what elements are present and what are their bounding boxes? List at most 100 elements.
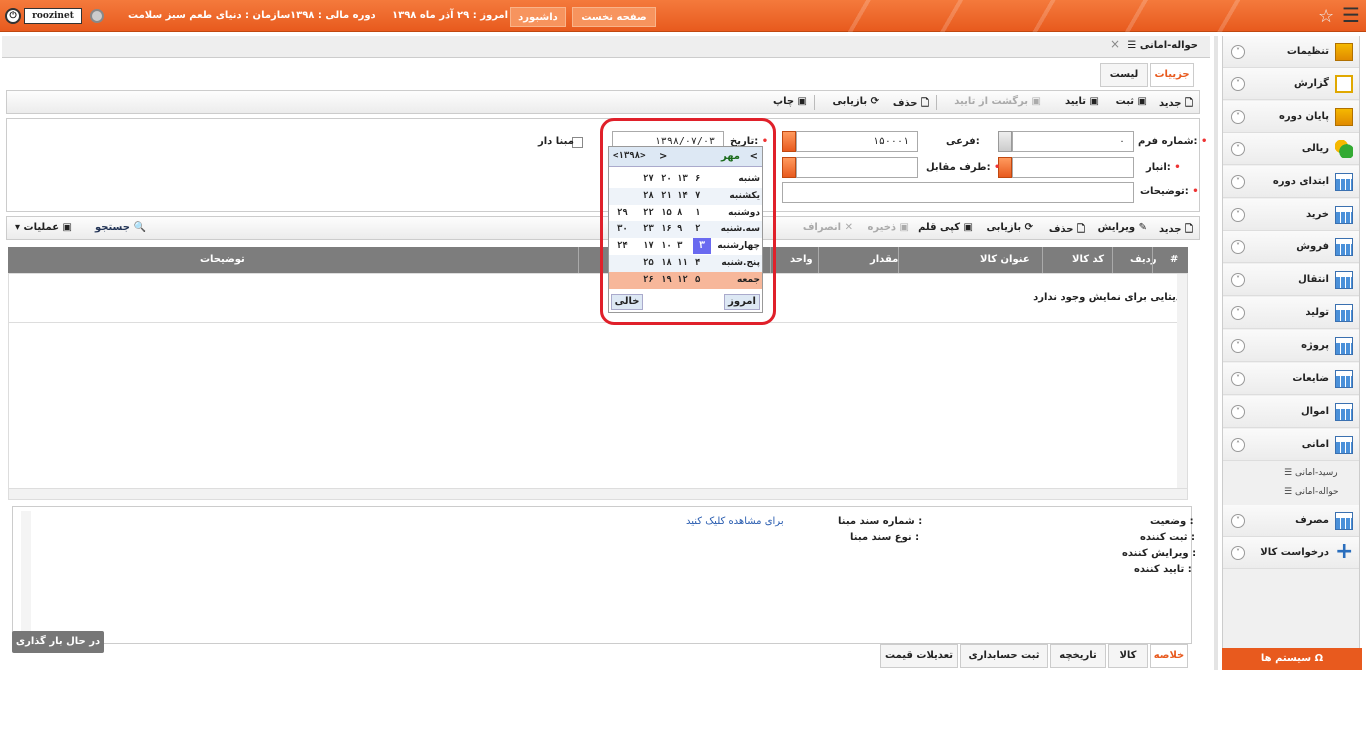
bottom-tab-4[interactable]: تعدیلات قیمت (880, 644, 958, 668)
restore-button[interactable]: بازیابی ⟳ (832, 96, 879, 107)
party-dropdown[interactable] (782, 157, 796, 178)
grid-delete-button[interactable]: حذف 🗋 (1049, 222, 1085, 239)
sidebar-item-9[interactable]: پروژه ˅ (1223, 330, 1359, 362)
sidebar-splitter[interactable] (1214, 36, 1218, 670)
tab-details[interactable]: جزییات (1150, 63, 1194, 87)
details-scrollbar[interactable] (21, 511, 31, 631)
description-input[interactable] (782, 182, 1134, 203)
sidebar-item-7[interactable]: انتقال ˅ (1223, 264, 1359, 296)
chevron-down-icon[interactable]: ˅ (1231, 208, 1245, 222)
chevron-down-icon[interactable]: ˅ (1231, 45, 1245, 59)
print-button[interactable]: چاپ ▣ (773, 96, 807, 107)
chevron-down-icon[interactable]: ˅ (1231, 142, 1245, 156)
bottom-tab-1[interactable]: کالا (1108, 644, 1148, 668)
bottom-tab-2[interactable]: تاریخچه (1050, 644, 1106, 668)
operations-button[interactable]: ▾ عملیات ▣ (15, 222, 72, 233)
today-label: امروز : ۲۹ آذر ماه ۱۳۹۸ (392, 10, 509, 21)
grid-column-divider (1112, 247, 1113, 273)
search-icon: 🔍 (133, 222, 146, 233)
sidebar-item-2[interactable]: پایان دوره ˅ (1223, 101, 1359, 133)
cancel-button[interactable]: انصراف ✕ (803, 222, 853, 233)
close-tab-icon[interactable]: × (1110, 37, 1120, 51)
sidebar-subitem-receipt[interactable]: ☰ رسید-امانی (1284, 468, 1346, 478)
copy-item-button[interactable]: کپی قلم ▣ (918, 222, 973, 233)
sidebar-item-10[interactable]: ضایعات ˅ (1223, 363, 1359, 395)
revert-approve-button[interactable]: برگشت از تایید ▣ (954, 96, 1041, 107)
form-no-spinner[interactable] (998, 131, 1012, 152)
grid-column-header[interactable]: # (1170, 254, 1178, 265)
form-no-input[interactable]: ۰ (1012, 131, 1134, 152)
chevron-down-icon[interactable]: ˅ (1231, 273, 1245, 287)
chevron-down-icon[interactable]: ˅ (1231, 77, 1245, 91)
top-bar: ⏻ roozinet سازمان : دنیای طعم سبز سلامت … (0, 0, 1366, 32)
grid-icon (1335, 403, 1353, 421)
page-tab-title[interactable]: ☰ حواله-امانی (1127, 40, 1198, 51)
settings-folder-icon (1335, 43, 1353, 61)
approver-label: تایید کننده : (1134, 564, 1192, 575)
grid-column-header[interactable]: واحد (790, 254, 813, 265)
chevron-down-icon[interactable]: ˅ (1231, 175, 1245, 189)
sidebar-item-0[interactable]: تنظیمات ˅ (1223, 36, 1359, 68)
bottom-tab-3[interactable]: ثبت حسابداری (960, 644, 1048, 668)
sidebar-item-4[interactable]: ابتدای دوره ˅ (1223, 166, 1359, 198)
chevron-down-icon[interactable]: ˄ (1231, 438, 1245, 452)
warehouse-select[interactable] (1012, 157, 1134, 178)
sidebar-item-11[interactable]: اموال ˅ (1223, 396, 1359, 428)
grid-row-divider (9, 322, 1187, 323)
sidebar-item-13[interactable]: مصرف ˅ (1223, 505, 1359, 537)
grid-h-scrollbar[interactable] (8, 488, 1188, 500)
systems-button[interactable]: سیستم ها Ω (1222, 648, 1362, 670)
tab-list[interactable]: لیست (1100, 63, 1148, 87)
grid-column-header[interactable]: عنوان کالا (980, 254, 1030, 265)
sidebar-item-3[interactable]: ریالی ˅ (1223, 133, 1359, 165)
new-button[interactable]: جدید 🗋 (1159, 96, 1193, 113)
view-base-link[interactable]: برای مشاهده کلیک کنید (686, 516, 784, 527)
grid-new-button[interactable]: جدید 🗋 (1159, 222, 1193, 239)
bottom-tab-0[interactable]: خلاصه (1150, 644, 1188, 668)
sidebar-subitem-remittance[interactable]: ☰ حواله-امانی (1284, 487, 1346, 497)
save-button[interactable]: ذخیره ▣ (868, 222, 909, 233)
description-label: توضیحات: • (1140, 186, 1199, 197)
grid-edit-button[interactable]: ویرایش ✎ (1098, 222, 1147, 233)
sidebar-item-8[interactable]: تولید ˅ (1223, 297, 1359, 329)
home-button[interactable]: صفحه نخست (572, 7, 656, 27)
approve-button[interactable]: تایید ▣ (1065, 96, 1099, 107)
grid-scrollbar[interactable] (1177, 274, 1187, 492)
sidebar-item-5[interactable]: خرید ˅ (1223, 199, 1359, 231)
register-button[interactable]: ثبت ▣ (1116, 96, 1147, 107)
power-icon[interactable]: ⏻ (5, 8, 21, 24)
delete-button[interactable]: حذف 🗋 (893, 96, 929, 113)
grid-icon (1335, 304, 1353, 322)
sidebar-item-1[interactable]: گزارش ˅ (1223, 68, 1359, 100)
chevron-down-icon[interactable]: ˅ (1231, 306, 1245, 320)
grid-column-header[interactable]: توضیحات (200, 254, 245, 265)
chevron-down-icon[interactable]: ˅ (1231, 405, 1245, 419)
grid-icon (1335, 271, 1353, 289)
highlight-ring (600, 118, 776, 325)
grid-icon (1335, 238, 1353, 256)
sidebar-item-14[interactable]: + درخواست کالا ˅ (1223, 537, 1359, 569)
user-settings-icon[interactable] (90, 9, 104, 23)
sidebar-item-12[interactable]: امانی ˄ (1223, 429, 1359, 461)
chevron-down-icon[interactable]: ˅ (1231, 339, 1245, 353)
party-select[interactable] (796, 157, 918, 178)
sub-no-input[interactable]: ۱۵۰۰۰۱ (796, 131, 918, 152)
chevron-down-icon[interactable]: ˅ (1231, 240, 1245, 254)
hamburger-menu-icon[interactable]: ☰ (1342, 5, 1360, 25)
chevron-down-icon[interactable]: ˅ (1231, 514, 1245, 528)
sub-no-spinner[interactable] (782, 131, 796, 152)
grid-restore-button[interactable]: بازیابی ⟳ (986, 222, 1033, 233)
toolbar-separator (936, 95, 937, 110)
dashboard-button[interactable]: داشبورد (510, 7, 566, 27)
search-button[interactable]: جستجو 🔍 (95, 222, 146, 233)
grid-column-header[interactable]: مقدار (870, 254, 898, 265)
sidebar-item-label: ابتدای دوره (1272, 176, 1329, 187)
chevron-down-icon[interactable]: ˅ (1231, 372, 1245, 386)
username-box[interactable]: roozinet (24, 8, 82, 24)
favorite-star-icon[interactable]: ☆ (1318, 6, 1334, 27)
chevron-down-icon[interactable]: ˅ (1231, 110, 1245, 124)
grid-column-header[interactable]: کد کالا (1072, 254, 1104, 265)
chevron-down-icon[interactable]: ˅ (1231, 546, 1245, 560)
sidebar-item-label: درخواست کالا (1260, 547, 1329, 558)
sidebar-item-6[interactable]: فروش ˅ (1223, 231, 1359, 263)
